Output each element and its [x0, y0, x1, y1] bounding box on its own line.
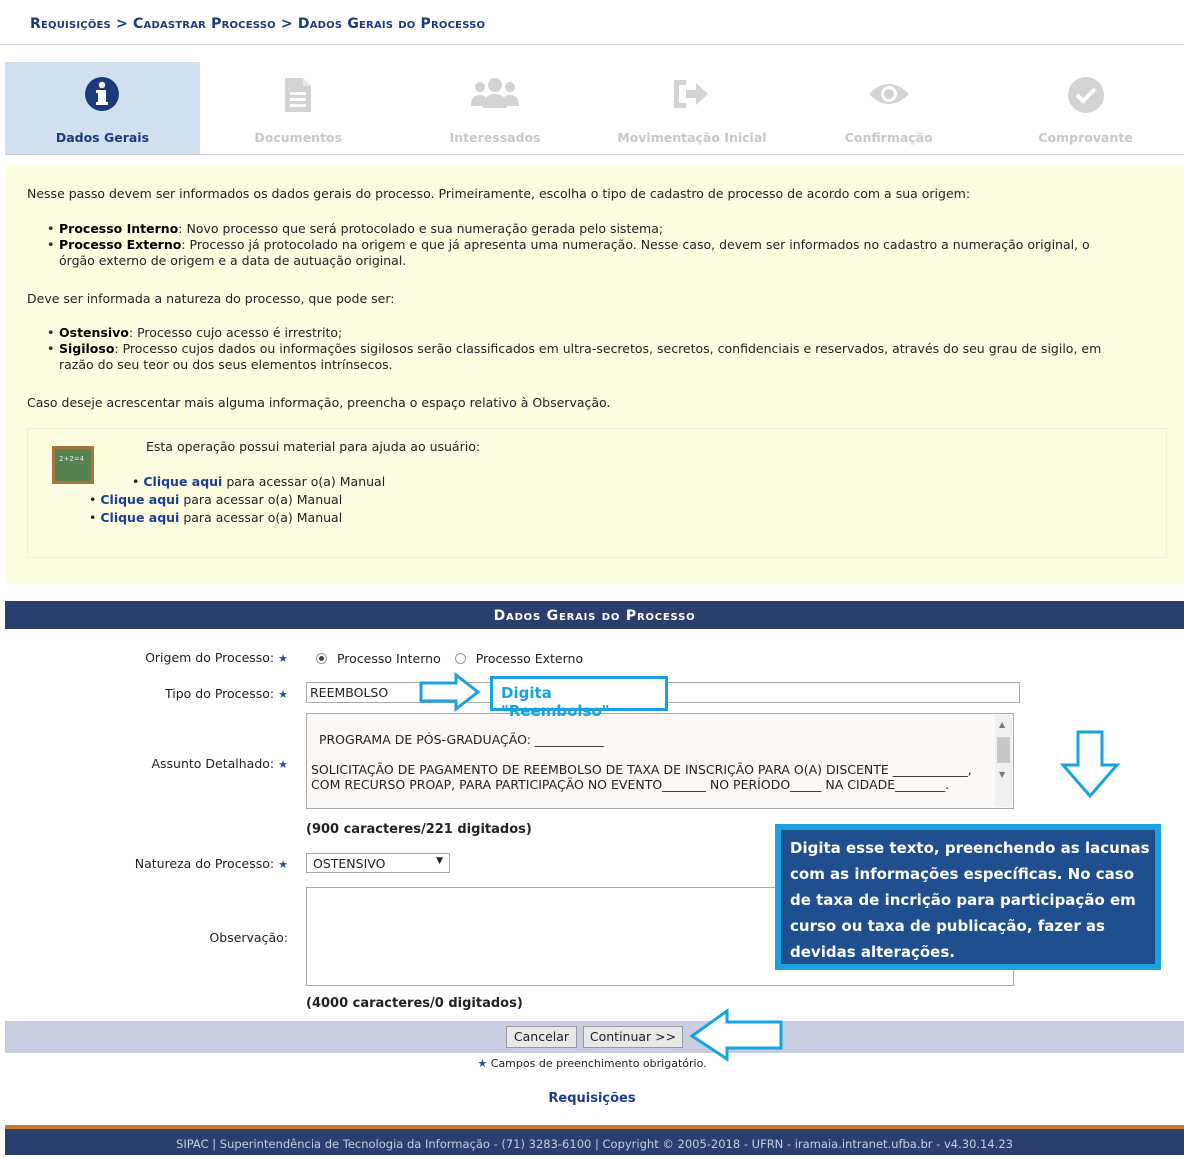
text-callout: Digita esse texto, preenchendo as lacuna… [775, 824, 1161, 970]
arrow-left-icon [689, 1008, 783, 1062]
arrow-right-icon [419, 671, 481, 713]
annotation-arrows [419, 671, 1121, 1062]
reembolso-callout: Digita "Reembolso" [490, 676, 668, 720]
arrow-down-icon [1059, 730, 1121, 799]
